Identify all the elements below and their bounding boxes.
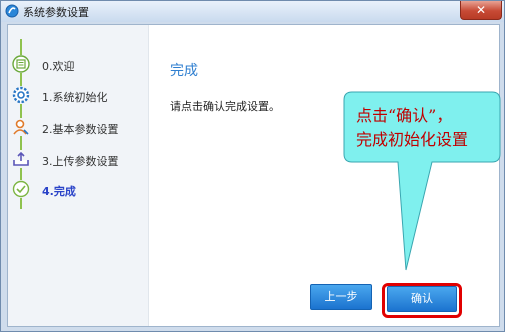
step-system-init[interactable]: 1.系统初始化 [12,86,148,108]
notes-icon [12,55,30,73]
step-label: 2.基本参数设置 [42,123,119,136]
check-circle-icon [12,180,30,198]
close-button[interactable]: ✕ [460,1,502,20]
instruction-text: 请点击确认完成设置。 [170,100,280,113]
step-finish[interactable]: 4.完成 [12,180,148,202]
step-label: 0.欢迎 [42,60,75,73]
window-title: 系统参数设置 [23,6,89,19]
user-icon [12,118,30,136]
previous-button[interactable]: 上一步 [310,284,372,310]
step-upload-params[interactable]: 3.上传参数设置 [12,150,148,172]
step-basic-params[interactable]: 2.基本参数设置 [12,118,148,140]
steps-sidebar: 0.欢迎 1.系统初始化 2.基本参数设置 3.上传参数设置 4.完成 [8,25,149,326]
callout-line-2: 完成初始化设置 [356,130,469,149]
step-label: 4.完成 [42,185,76,198]
page-title: 完成 [170,63,198,79]
callout-line-1: 点击“确认”， [356,106,453,125]
settings-window: 系统参数设置 ✕ 0.欢迎 1.系统初始化 2.基本参数设置 3.上传参数设置 … [0,0,505,332]
step-welcome[interactable]: 0.欢迎 [12,55,148,77]
upload-tray-icon [12,150,30,168]
close-icon: ✕ [475,3,487,17]
app-icon [5,4,19,18]
step-label: 3.上传参数设置 [42,155,119,168]
wizard-body: 0.欢迎 1.系统初始化 2.基本参数设置 3.上传参数设置 4.完成 完成 请… [7,24,500,327]
title-bar[interactable]: 系统参数设置 ✕ [1,1,504,22]
callout-text: 点击“确认”， 完成初始化设置 [356,104,496,152]
gear-icon [12,86,30,104]
confirm-highlight-frame [382,283,462,318]
step-label: 1.系统初始化 [42,91,108,104]
